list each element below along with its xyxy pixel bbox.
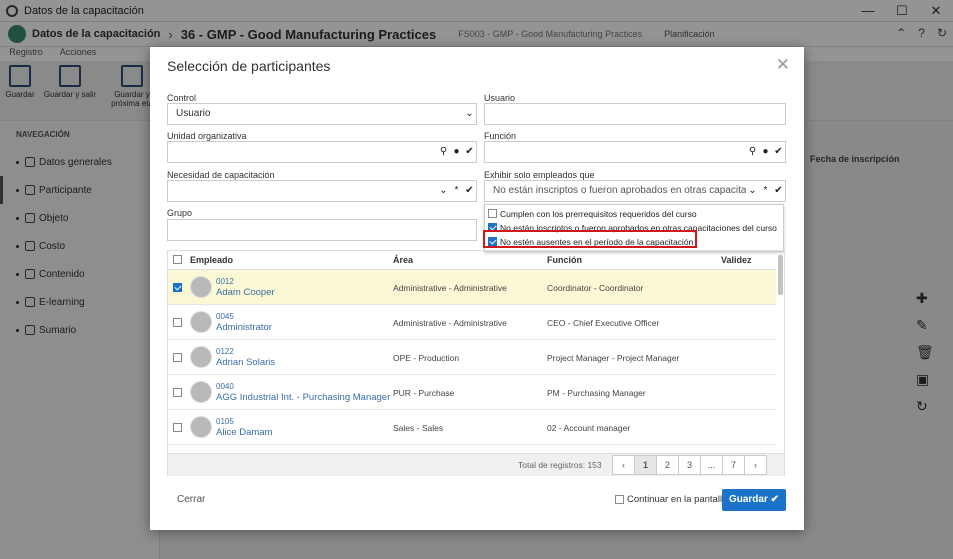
chevron-down-icon[interactable]: ⌄ [437, 181, 450, 201]
row-checkbox[interactable] [173, 423, 182, 432]
employee-name[interactable]: Adam Cooper [216, 287, 275, 298]
employee-name[interactable]: Administrator [216, 322, 272, 333]
page-1-button[interactable]: 1 [634, 455, 657, 475]
avatar [190, 381, 212, 403]
clear-icon[interactable]: ✔ [463, 142, 476, 162]
select-all-checkbox[interactable] [173, 255, 182, 264]
user-icon[interactable]: ● [759, 142, 772, 162]
option-prerrequisitos[interactable]: Cumplen con los prerrequisitos requerido… [488, 207, 697, 220]
column-area[interactable]: Área [393, 255, 413, 265]
employees-grid: Empleado Área Función Validez 0012 Adam … [167, 250, 785, 476]
asterisk-icon[interactable]: * [450, 181, 463, 201]
employee-area: PUR - Purchase [393, 388, 455, 398]
page-3-button[interactable]: 3 [678, 455, 701, 475]
control-select[interactable]: Usuario ⌄ [167, 103, 477, 125]
employee-area: OPE - Production [393, 353, 460, 363]
close-dialog-button[interactable]: Cerrar [177, 494, 205, 505]
grid-footer: Total de registros: 153 ‹ 1 2 3 ... 7 › [168, 453, 784, 476]
column-validez[interactable]: Validez [721, 255, 752, 265]
unidad-label: Unidad organizativa [167, 131, 247, 141]
row-checkbox[interactable] [173, 388, 182, 397]
row-checkbox[interactable] [173, 353, 182, 362]
grupo-input[interactable] [167, 219, 477, 241]
necesidad-input[interactable]: ⌄ * ✔ [167, 180, 477, 202]
clear-icon[interactable]: ✔ [772, 181, 785, 201]
employee-function: Coordinator - Coordinator [547, 283, 644, 293]
exhibir-select[interactable]: No están inscriptos o fueron aprobados e… [484, 180, 786, 202]
employee-area: Administrative - Administrative [393, 283, 507, 293]
row-checkbox[interactable] [173, 318, 182, 327]
employee-code: 0105 [216, 417, 234, 426]
page-2-button[interactable]: 2 [656, 455, 679, 475]
clear-icon[interactable]: ✔ [463, 181, 476, 201]
grid-header: Empleado Área Función Validez [168, 251, 776, 270]
clear-icon[interactable]: ✔ [772, 142, 785, 162]
page-ellipsis: ... [700, 455, 723, 475]
participant-selection-dialog: Selección de participantes ✕ Control Usu… [150, 47, 804, 530]
employee-name[interactable]: Adrian Solaris [216, 357, 275, 368]
employee-function: Project Manager - Project Manager [547, 353, 680, 363]
next-page-button[interactable]: › [744, 455, 767, 475]
employee-code: 0040 [216, 382, 234, 391]
table-row[interactable]: 0040 AGG Industrial Int. - Purchasing Ma… [168, 375, 776, 410]
funcion-label: Función [484, 131, 517, 141]
continue-option[interactable]: Continuar en la pantalla [615, 494, 727, 505]
table-row[interactable]: 0105 Alice Damam Sales - Sales 02 - Acco… [168, 410, 776, 445]
employee-function: CEO - Chief Executive Officer [547, 318, 660, 328]
pager: ‹ 1 2 3 ... 7 › [612, 455, 767, 475]
search-icon[interactable]: ⚲ [437, 142, 450, 162]
employee-name[interactable]: Alice Damam [216, 427, 273, 438]
prev-page-button[interactable]: ‹ [612, 455, 635, 475]
column-empleado[interactable]: Empleado [190, 255, 233, 265]
table-row[interactable]: 0122 Adrian Solaris OPE - Production Pro… [168, 340, 776, 375]
total-records: Total de registros: 153 [518, 460, 602, 470]
search-icon[interactable]: ⚲ [746, 142, 759, 162]
grupo-label: Grupo [167, 208, 193, 218]
employee-code: 0045 [216, 312, 234, 321]
employee-code: 0122 [216, 347, 234, 356]
avatar [190, 311, 212, 333]
employee-area: Sales - Sales [393, 423, 444, 433]
control-label: Control [167, 93, 197, 103]
employee-area: Administrative - Administrative [393, 318, 507, 328]
funcion-input[interactable]: ⚲ ● ✔ [484, 141, 786, 163]
user-icon[interactable]: ● [450, 142, 463, 162]
necesidad-label: Necesidad de capacitación [167, 170, 275, 180]
employee-name[interactable]: AGG Industrial Int. - Purchasing Manager [216, 392, 390, 403]
check-icon: ✔ [770, 494, 780, 505]
avatar [190, 346, 212, 368]
usuario-input[interactable] [484, 103, 786, 125]
usuario-label: Usuario [484, 93, 516, 103]
continue-checkbox[interactable] [615, 495, 624, 504]
avatar [190, 276, 212, 298]
dialog-title: Selección de participantes [167, 58, 331, 74]
employee-function: 02 - Account manager [547, 423, 631, 433]
chevron-down-icon[interactable]: ⌄ [746, 181, 759, 201]
checkbox[interactable] [488, 209, 497, 218]
employee-code: 0012 [216, 277, 234, 286]
save-button[interactable]: Guardar ✔ [722, 489, 786, 511]
grid-scrollbar[interactable] [778, 253, 783, 473]
row-checkbox[interactable] [173, 283, 182, 292]
page-7-button[interactable]: 7 [722, 455, 745, 475]
asterisk-icon[interactable]: * [759, 181, 772, 201]
employee-function: PM - Purchasing Manager [547, 388, 646, 398]
table-row[interactable]: 0012 Adam Cooper Administrative - Admini… [168, 270, 776, 305]
close-icon[interactable]: ✕ [776, 55, 790, 75]
highlight-box [483, 230, 697, 248]
unidad-input[interactable]: ⚲ ● ✔ [167, 141, 477, 163]
avatar [190, 416, 212, 438]
column-funcion[interactable]: Función [547, 255, 582, 265]
exhibir-label: Exhibir solo empleados que [484, 170, 595, 180]
chevron-down-icon: ⌄ [465, 108, 474, 119]
table-row[interactable]: 0045 Administrator Administrative - Admi… [168, 305, 776, 340]
